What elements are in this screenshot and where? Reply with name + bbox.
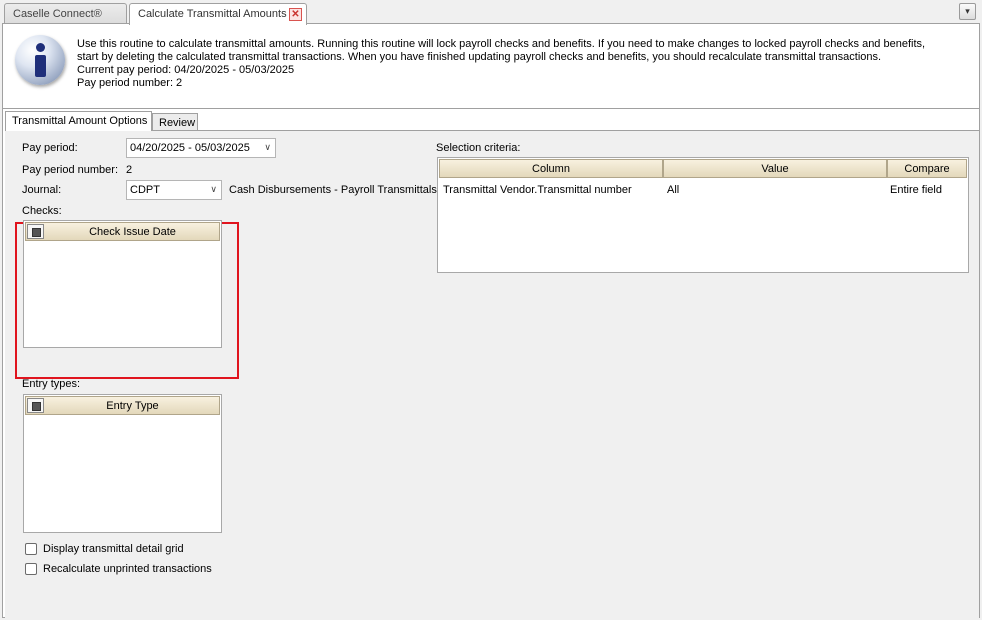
selection-criteria-label: Selection criteria: <box>436 142 521 154</box>
info-icon <box>15 35 65 85</box>
pay-period-label: Pay period: <box>22 142 78 154</box>
criteria-row-column[interactable]: Transmittal Vendor.Transmittal number <box>443 184 632 196</box>
info-icon-dot <box>36 43 45 52</box>
checks-label: Checks: <box>22 205 62 217</box>
tab-review[interactable]: Review <box>152 113 198 130</box>
checks-grid[interactable]: Check Issue Date <box>23 220 222 348</box>
info-current-pay-period: Current pay period: 04/20/2025 - 05/03/2… <box>77 64 295 76</box>
entry-types-grid-header: Entry Type <box>25 396 220 415</box>
info-icon-stem <box>35 55 46 77</box>
entry-types-grid[interactable]: Entry Type <box>23 394 222 533</box>
criteria-compare-header[interactable]: Compare <box>887 159 967 178</box>
info-line-1: Use this routine to calculate transmitta… <box>77 38 926 50</box>
recalculate-checkbox[interactable] <box>25 563 37 575</box>
display-grid-checkbox[interactable] <box>25 543 37 555</box>
entry-types-label: Entry types: <box>22 378 81 390</box>
journal-description: Cash Disbursements - Payroll Transmittal… <box>229 184 437 196</box>
info-pay-period-number: Pay period number: 2 <box>77 77 183 89</box>
info-text: Use this routine to calculate transmitta… <box>77 38 967 90</box>
close-tab-icon[interactable]: ✕ <box>289 8 302 21</box>
display-grid-label: Display transmittal detail grid <box>43 543 184 555</box>
tab-transmittal-amount-options[interactable]: Transmittal Amount Options <box>5 111 152 131</box>
select-all-icon[interactable] <box>27 398 44 413</box>
criteria-value-header[interactable]: Value <box>663 159 887 178</box>
recalculate-label: Recalculate unprinted transactions <box>43 563 212 575</box>
criteria-row-compare[interactable]: Entire field <box>890 184 942 196</box>
pay-period-number-label: Pay period number: <box>22 164 118 176</box>
tab-caselle-connect-label: Caselle Connect® <box>13 8 102 20</box>
entry-type-column[interactable]: Entry Type <box>46 400 219 412</box>
tab-calculate-transmittal-amounts-label: Calculate Transmittal Amounts <box>138 8 287 20</box>
info-line-2: start by deleting the calculated transmi… <box>77 51 882 63</box>
criteria-column-header[interactable]: Column <box>439 159 663 178</box>
main-frame: Use this routine to calculate transmitta… <box>2 23 980 618</box>
pay-period-number-value: 2 <box>126 164 133 176</box>
journal-label: Journal: <box>22 184 62 196</box>
criteria-row-value[interactable]: All <box>667 184 679 196</box>
pay-period-value: 04/20/2025 - 05/03/2025 <box>130 142 250 154</box>
selection-criteria-grid[interactable]: Column Value Compare Transmittal Vendor.… <box>437 157 969 273</box>
chevron-down-icon: ∨ <box>210 184 217 194</box>
pay-period-select[interactable]: 04/20/2025 - 05/03/2025 ∨ <box>126 138 276 158</box>
check-issue-date-column[interactable]: Check Issue Date <box>46 226 219 238</box>
options-panel: Pay period: 04/20/2025 - 05/03/2025 ∨ Pa… <box>5 130 979 618</box>
tab-caselle-connect[interactable]: Caselle Connect® <box>4 3 127 24</box>
journal-value: CDPT <box>130 184 160 196</box>
journal-select[interactable]: CDPT ∨ <box>126 180 222 200</box>
checks-grid-header: Check Issue Date <box>25 222 220 241</box>
select-all-icon[interactable] <box>27 224 44 239</box>
tab-calculate-transmittal-amounts[interactable]: Calculate Transmittal Amounts ✕ <box>129 3 307 25</box>
tab-list-dropdown-icon[interactable]: ▾ <box>959 3 976 20</box>
document-tab-strip: Caselle Connect® Calculate Transmittal A… <box>0 0 982 25</box>
info-banner: Use this routine to calculate transmitta… <box>3 24 979 109</box>
chevron-down-icon: ∨ <box>264 142 271 152</box>
